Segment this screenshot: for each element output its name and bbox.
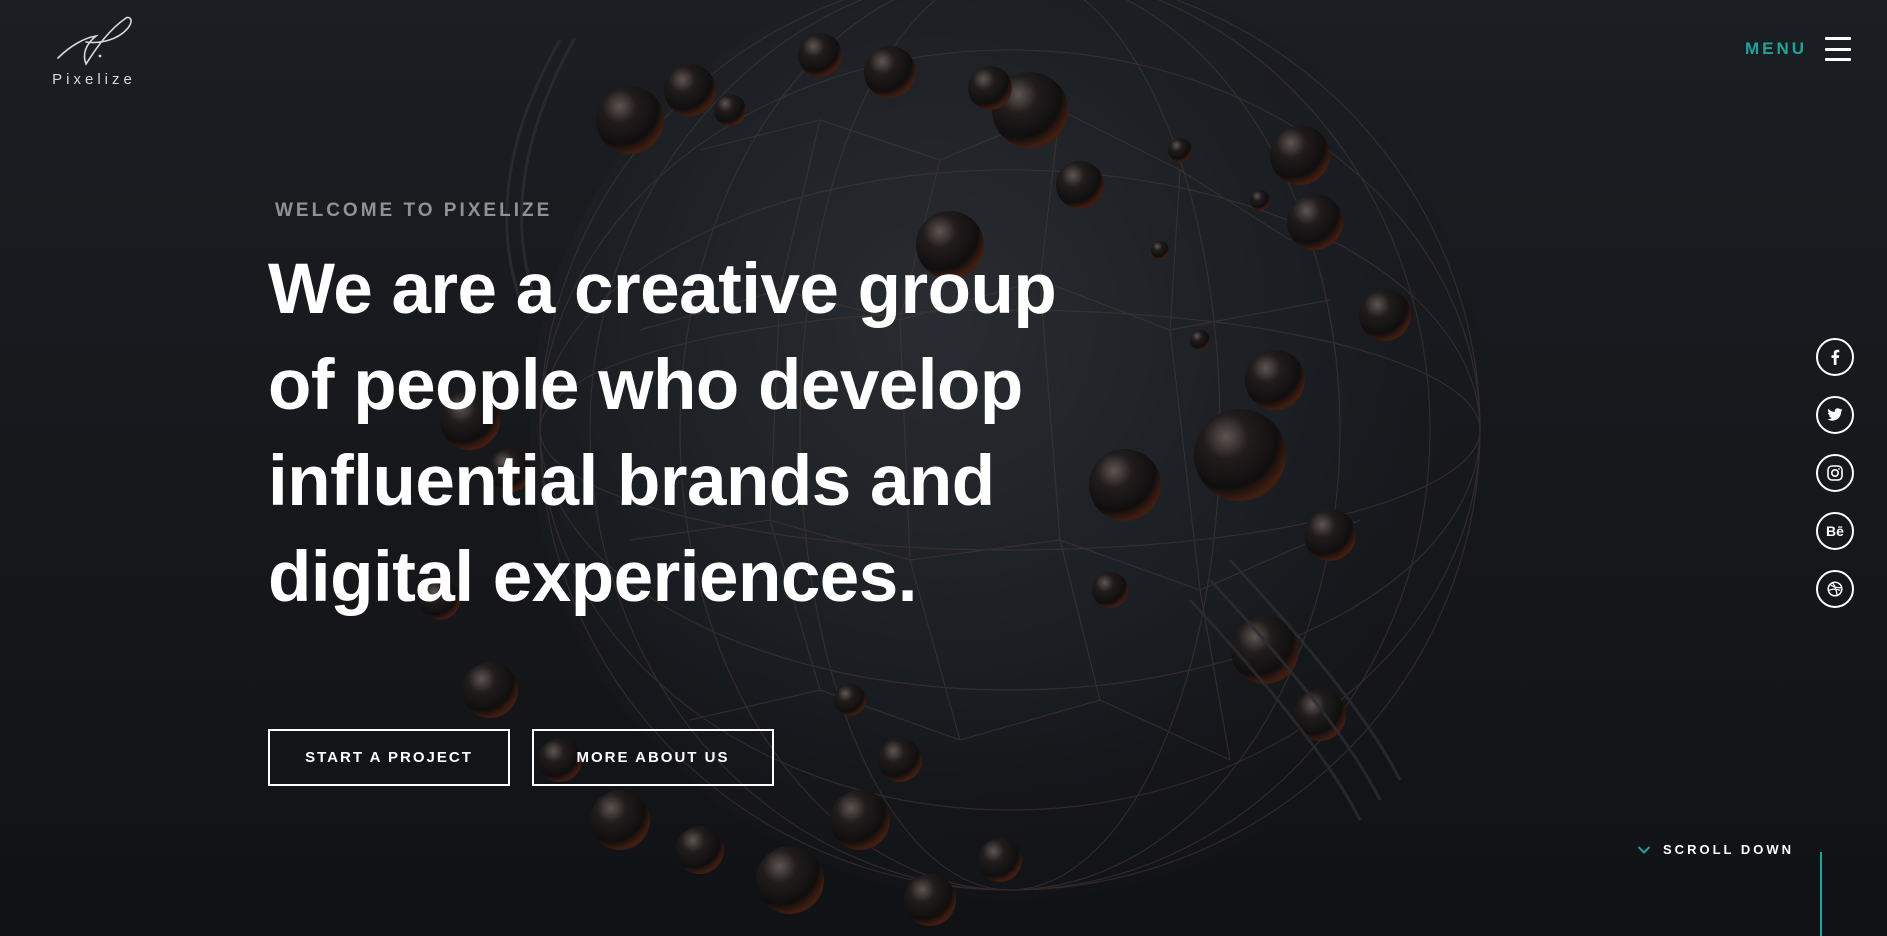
hamburger-icon: [1825, 37, 1851, 61]
twitter-icon[interactable]: [1816, 396, 1854, 434]
menu-toggle[interactable]: MENU: [1745, 35, 1851, 63]
brand-logo[interactable]: Pixelize: [46, 14, 142, 94]
hero-cta-row: START A PROJECT MORE ABOUT US: [268, 729, 774, 786]
menu-label: MENU: [1744, 39, 1807, 58]
facebook-icon[interactable]: [1816, 338, 1854, 376]
social-links: Bē: [1816, 338, 1854, 608]
signature-logo-icon: [57, 16, 132, 66]
brand-name: Pixelize: [52, 71, 136, 88]
hero-headline: We are a creative group of people who de…: [268, 242, 1168, 626]
hero-headline-line: of people who develop: [268, 346, 1023, 425]
scroll-down-link[interactable]: SCROLL DOWN: [1637, 842, 1794, 857]
start-project-button[interactable]: START A PROJECT: [268, 729, 510, 786]
chevron-down-icon: [1637, 843, 1651, 857]
hero-eyebrow: WELCOME TO PIXELIZE: [275, 200, 553, 221]
hero-headline-line: influential brands and: [268, 442, 995, 521]
hero-headline-line: We are a creative group: [268, 250, 1057, 329]
behance-icon[interactable]: Bē: [1816, 512, 1854, 550]
behance-glyph: Bē: [1826, 523, 1844, 539]
more-about-us-button[interactable]: MORE ABOUT US: [532, 729, 774, 786]
dribbble-icon[interactable]: [1816, 570, 1854, 608]
hero-headline-line: digital experiences.: [268, 538, 918, 617]
scroll-indicator-line: [1820, 852, 1822, 936]
instagram-icon[interactable]: [1816, 454, 1854, 492]
scroll-down-label: SCROLL DOWN: [1663, 842, 1794, 857]
hero-content: WELCOME TO PIXELIZE We are a creative gr…: [268, 200, 1168, 626]
